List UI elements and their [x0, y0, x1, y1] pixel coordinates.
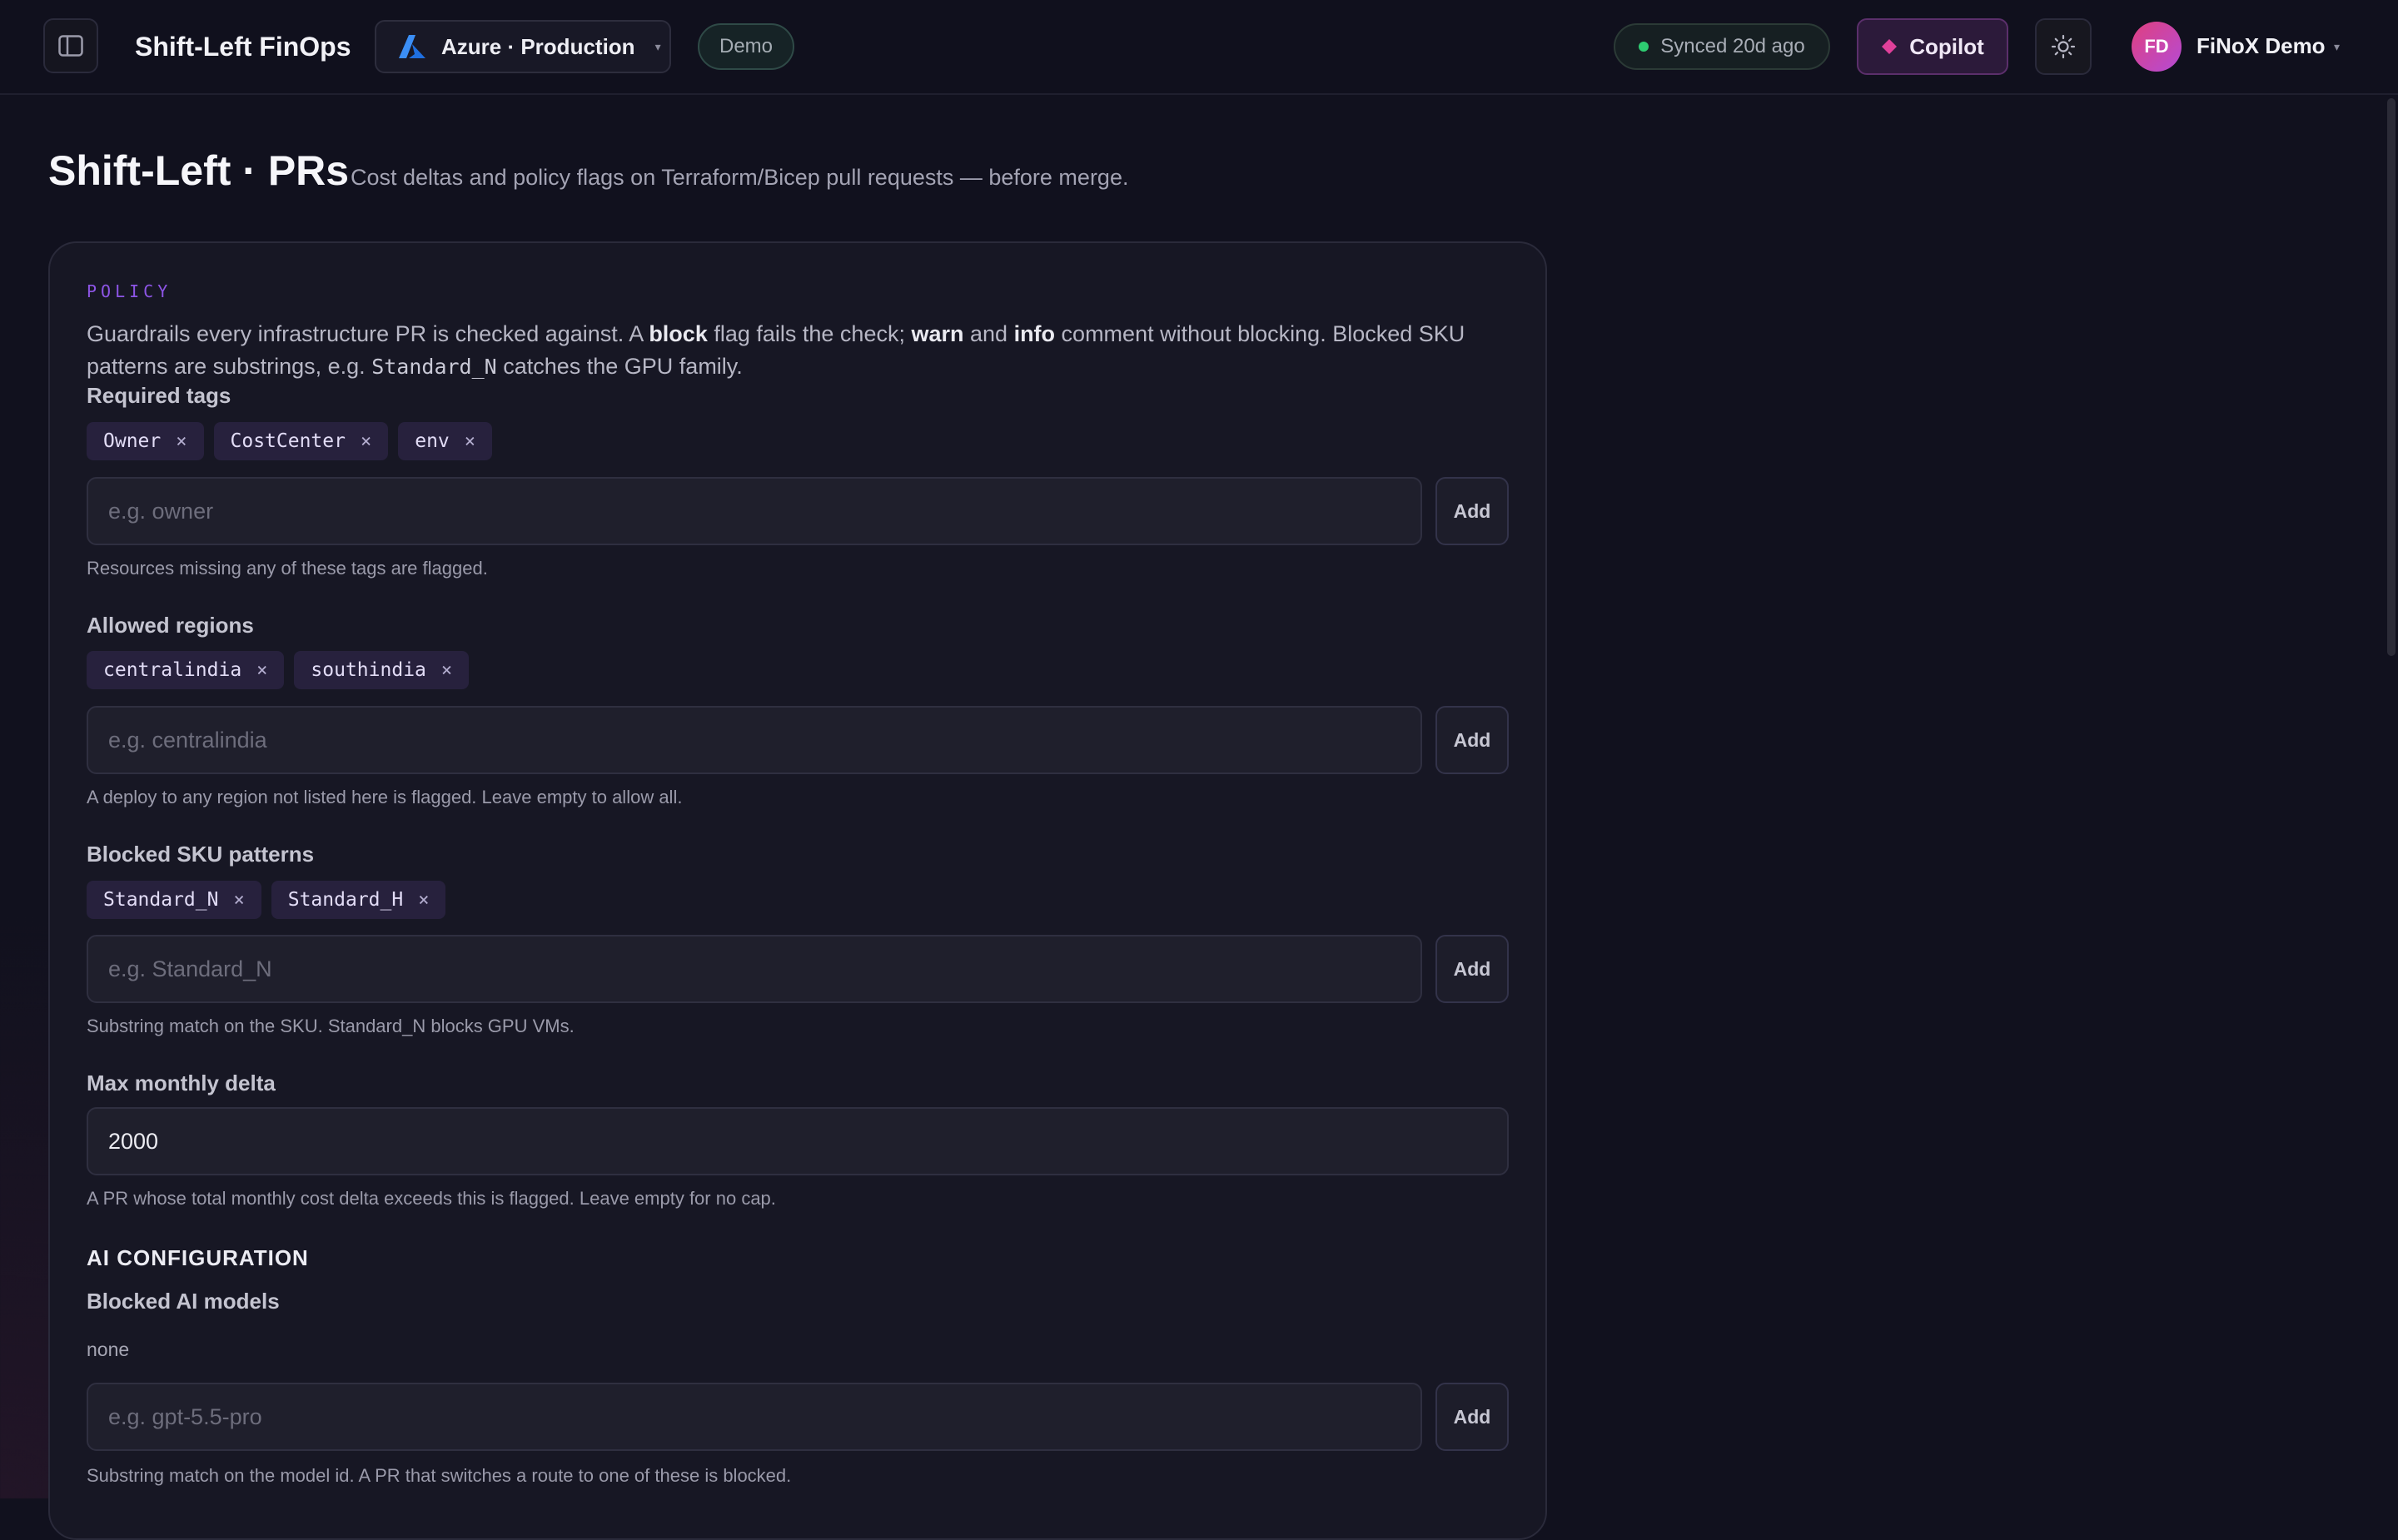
- blocked-sku-chips: Standard_N × Standard_H ×: [87, 881, 446, 919]
- allowed-region-input[interactable]: [87, 706, 1422, 774]
- ai-configuration-heading: AI CONFIGURATION: [87, 1245, 309, 1270]
- add-blocked-sku-button[interactable]: Add: [1435, 935, 1509, 1003]
- policy-desc-text: catches the GPU family.: [496, 354, 743, 379]
- chevron-down-icon: ▾: [654, 39, 661, 53]
- blocked-ai-models-label: Blocked AI models: [87, 1289, 280, 1314]
- sync-status-badge: Synced 20d ago: [1614, 23, 1830, 70]
- page-title: Shift-Left · PRs: [48, 147, 350, 194]
- max-delta-help: A PR whose total monthly cost delta exce…: [87, 1188, 776, 1209]
- user-menu-name[interactable]: FiNoX Demo: [2197, 33, 2326, 59]
- region-chip: centralindia ×: [87, 651, 285, 689]
- region-chip: southindia ×: [294, 651, 470, 689]
- chip-label: centralindia: [103, 659, 242, 681]
- policy-desc-block: block: [649, 321, 708, 346]
- blocked-ai-empty-text: none: [87, 1339, 130, 1360]
- add-blocked-ai-model-button[interactable]: Add: [1435, 1383, 1509, 1451]
- copilot-diamond-icon: [1882, 39, 1898, 54]
- policy-desc-info: info: [1013, 321, 1056, 346]
- close-icon[interactable]: ×: [256, 660, 267, 681]
- status-dot-icon: [1639, 42, 1649, 52]
- blocked-sku-help: Substring match on the SKU. Standard_N b…: [87, 1016, 575, 1036]
- environment-selector[interactable]: Azure · Production ▾: [375, 20, 671, 73]
- close-icon[interactable]: ×: [233, 890, 244, 911]
- required-tags-chips: Owner × CostCenter × env ×: [87, 422, 493, 460]
- chevron-down-icon[interactable]: ▾: [2334, 40, 2340, 54]
- sync-status-text: Synced 20d ago: [1660, 35, 1805, 57]
- chip-label: CostCenter: [230, 430, 346, 452]
- allowed-regions-help: A deploy to any region not listed here i…: [87, 787, 683, 807]
- azure-logo-icon: [399, 35, 425, 58]
- theme-toggle-button[interactable]: [2035, 18, 2092, 75]
- page-subtitle: Cost deltas and policy flags on Terrafor…: [351, 165, 1129, 190]
- tag-chip: Owner ×: [87, 422, 204, 460]
- close-icon[interactable]: ×: [361, 431, 371, 452]
- sidebar-toggle-button[interactable]: [43, 18, 98, 73]
- add-allowed-region-button[interactable]: Add: [1435, 706, 1509, 774]
- page-scrollbar[interactable]: [2385, 95, 2398, 1498]
- tag-chip: env ×: [398, 422, 493, 460]
- sun-icon: [2051, 34, 2076, 59]
- blocked-sku-label: Blocked SKU patterns: [87, 842, 315, 867]
- policy-desc-text: flag fails the check;: [707, 321, 912, 346]
- allowed-regions-label: Allowed regions: [87, 613, 254, 638]
- close-icon[interactable]: ×: [176, 431, 187, 452]
- sku-chip: Standard_N ×: [87, 881, 261, 919]
- policy-desc-text: and: [963, 321, 1014, 346]
- chip-label: env: [415, 430, 450, 452]
- required-tags-help: Resources missing any of these tags are …: [87, 558, 488, 579]
- app-title: Shift-Left FinOps: [135, 32, 351, 62]
- blocked-ai-help: Substring match on the model id. A PR th…: [87, 1465, 792, 1486]
- required-tags-label: Required tags: [87, 383, 231, 408]
- demo-badge: Demo: [698, 23, 794, 70]
- chip-label: Standard_N: [103, 889, 219, 911]
- policy-desc-code: Standard_N: [371, 355, 497, 379]
- policy-desc-text: Guardrails every infrastructure PR is ch…: [87, 321, 649, 346]
- tag-chip: CostCenter ×: [213, 422, 389, 460]
- chip-label: Standard_H: [287, 889, 404, 911]
- required-tag-input[interactable]: [87, 477, 1422, 545]
- environment-label: Azure · Production: [441, 33, 635, 59]
- allowed-regions-chips: centralindia × southindia ×: [87, 651, 470, 689]
- close-icon[interactable]: ×: [465, 431, 475, 452]
- sku-chip: Standard_H ×: [271, 881, 446, 919]
- close-icon[interactable]: ×: [441, 660, 452, 681]
- chip-label: southindia: [311, 659, 426, 681]
- add-required-tag-button[interactable]: Add: [1435, 477, 1509, 545]
- sidebar-toggle-icon: [58, 35, 83, 57]
- avatar[interactable]: FD: [2132, 22, 2182, 72]
- max-monthly-delta-input[interactable]: [87, 1107, 1509, 1175]
- policy-eyebrow: POLICY: [87, 281, 172, 301]
- max-delta-label: Max monthly delta: [87, 1071, 276, 1095]
- blocked-ai-model-input[interactable]: [87, 1383, 1422, 1451]
- chip-label: Owner: [103, 430, 162, 452]
- scrollbar-thumb[interactable]: [2387, 98, 2396, 656]
- policy-desc-warn: warn: [911, 321, 964, 346]
- top-bar: Shift-Left FinOps Azure · Production ▾ D…: [0, 0, 2398, 95]
- blocked-sku-input[interactable]: [87, 935, 1422, 1003]
- copilot-button[interactable]: Copilot: [1857, 18, 2008, 75]
- copilot-label: Copilot: [1909, 33, 1984, 59]
- close-icon[interactable]: ×: [418, 890, 429, 911]
- policy-description: Guardrails every infrastructure PR is ch…: [87, 318, 1519, 383]
